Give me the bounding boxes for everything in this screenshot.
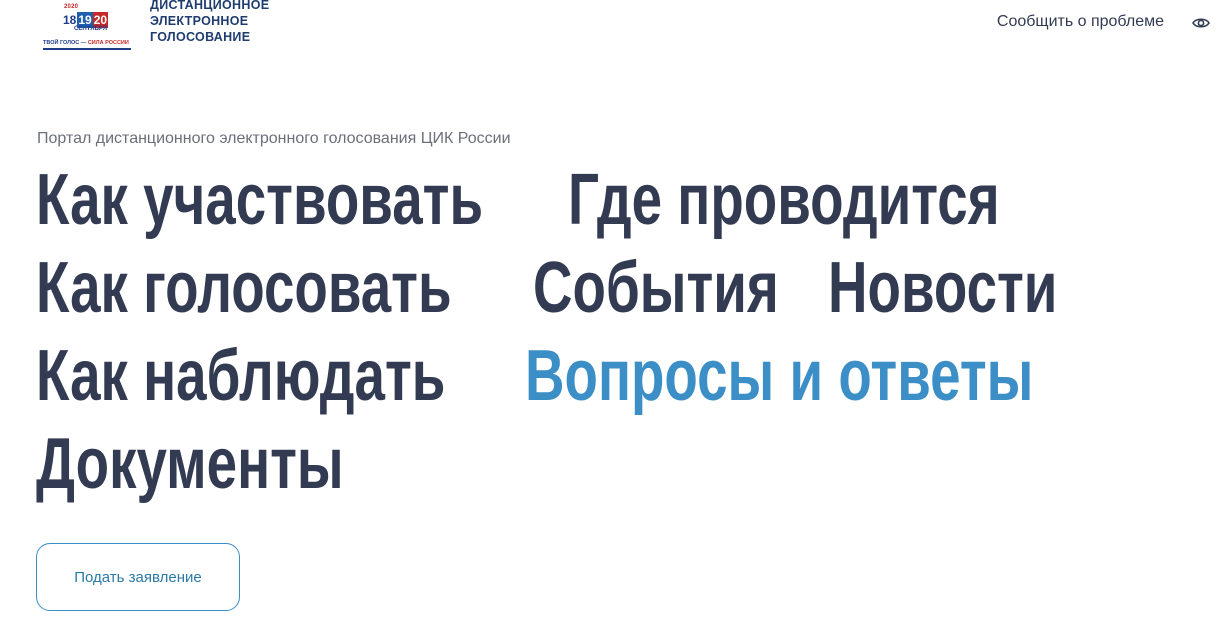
site-title-line-1: ДИСТАНЦИОННОЕ xyxy=(150,0,270,12)
logo-slogan: ТВОЙ ГОЛОС — СИЛА РОССИИ xyxy=(43,40,129,46)
nav-row-4: Документы xyxy=(36,420,1216,508)
logo-slogan-part2: СИЛА РОССИИ xyxy=(87,40,129,46)
logo-dates: 18 19 20 xyxy=(62,4,109,28)
nav-row-2: Как голосовать События Новости xyxy=(36,244,1216,332)
nav-events[interactable]: События xyxy=(533,244,779,332)
logo-month: СЕНТЯБРЯ xyxy=(74,26,108,32)
page: 2020 18 19 20 СЕНТЯБРЯ ТВОЙ ГОЛОС — СИЛА… xyxy=(0,0,1232,643)
nav-documents[interactable]: Документы xyxy=(36,420,344,508)
site-title-line-2: ЭЛЕКТРОННОЕ xyxy=(150,14,249,28)
nav-how-to-vote[interactable]: Как голосовать xyxy=(36,244,452,332)
nav-how-to-participate[interactable]: Как участвовать xyxy=(36,156,483,244)
report-problem-link[interactable]: Сообщить о проблеме xyxy=(997,13,1164,31)
nav-faq[interactable]: Вопросы и ответы xyxy=(525,332,1033,420)
portal-subtitle: Портал дистанционного электронного голос… xyxy=(37,130,511,147)
nav-news[interactable]: Новости xyxy=(828,244,1057,332)
submit-application-button[interactable]: Подать заявление xyxy=(36,543,240,611)
site-title-line-3: ГОЛОСОВАНИЕ xyxy=(150,30,251,44)
nav-row-3: Как наблюдать Вопросы и ответы xyxy=(36,332,1216,420)
eye-icon[interactable] xyxy=(1192,14,1210,32)
site-title[interactable]: ДИСТАНЦИОННОЕ ЭЛЕКТРОННОЕ ГОЛОСОВАНИЕ xyxy=(150,0,269,45)
main-nav: Как участвовать Где проводится Как голосо… xyxy=(36,156,1216,508)
logo-slogan-part1: ТВОЙ ГОЛОС — xyxy=(43,40,88,46)
header: 2020 18 19 20 СЕНТЯБРЯ ТВОЙ ГОЛОС — СИЛА… xyxy=(0,0,1232,60)
election-logo[interactable]: 2020 18 19 20 СЕНТЯБРЯ ТВОЙ ГОЛОС — СИЛА… xyxy=(40,0,136,52)
nav-how-to-observe[interactable]: Как наблюдать xyxy=(36,332,445,420)
nav-where-held[interactable]: Где проводится xyxy=(568,156,1000,244)
logo-underline xyxy=(43,48,131,50)
nav-row-1: Как участвовать Где проводится xyxy=(36,156,1216,244)
